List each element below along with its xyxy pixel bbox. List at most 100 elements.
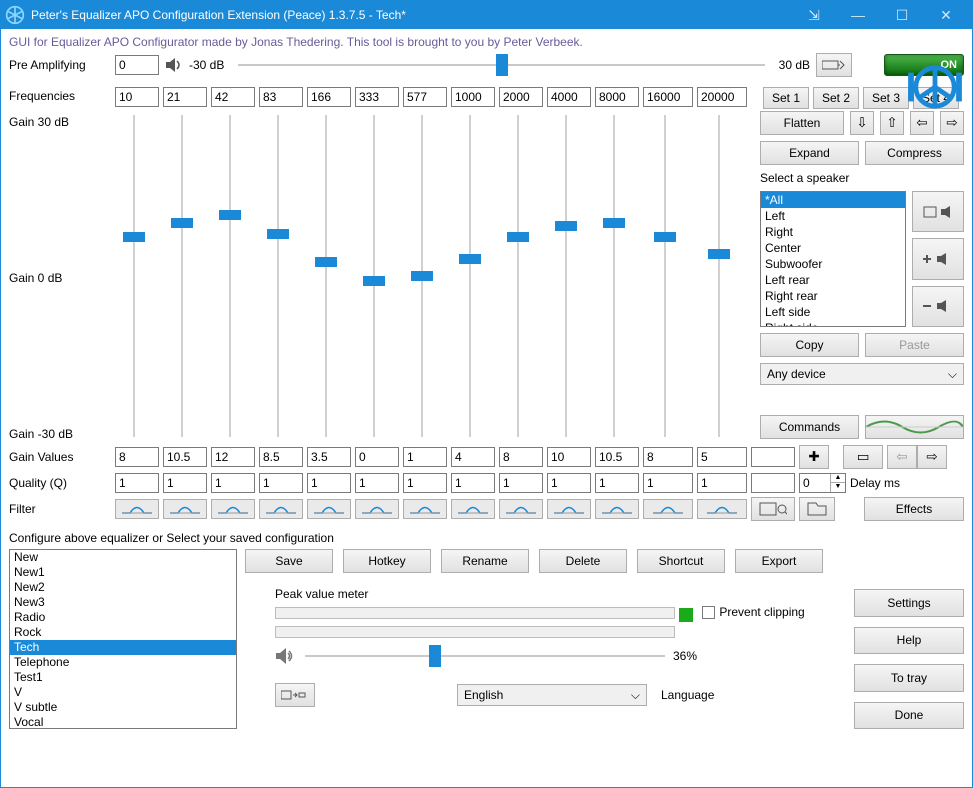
speaker-item-right[interactable]: Right [761, 224, 905, 240]
gain-left-button[interactable]: ⇦ [887, 445, 917, 469]
extra-q-input[interactable] [751, 473, 795, 493]
speaker-item-leftside[interactable]: Left side [761, 304, 905, 320]
config-item[interactable]: Rock [10, 625, 236, 640]
gain-right-button[interactable]: ⇨ [917, 445, 947, 469]
filter-cell-3[interactable] [259, 499, 303, 519]
eq-slider-5[interactable] [352, 111, 396, 441]
speaker-item-leftrear[interactable]: Left rear [761, 272, 905, 288]
freq-input-7[interactable] [451, 87, 495, 107]
filter-cell-2[interactable] [211, 499, 255, 519]
effects-button[interactable]: Effects [864, 497, 964, 521]
quality-input-0[interactable] [115, 473, 159, 493]
freq-input-9[interactable] [547, 87, 591, 107]
hotkey-button[interactable]: Hotkey [343, 549, 431, 573]
config-item[interactable]: New [10, 550, 236, 565]
filter-cell-9[interactable] [547, 499, 591, 519]
paste-button[interactable]: Paste [865, 333, 964, 357]
delay-up-button[interactable]: ▲ [831, 474, 845, 483]
speaker-item-all[interactable]: *All [761, 192, 905, 208]
speaker-add-button[interactable] [912, 238, 964, 279]
quality-input-11[interactable] [643, 473, 693, 493]
gain-input-3[interactable] [259, 447, 303, 467]
freq-input-3[interactable] [259, 87, 303, 107]
freq-input-2[interactable] [211, 87, 255, 107]
filter-cell-5[interactable] [355, 499, 399, 519]
gain-input-7[interactable] [451, 447, 495, 467]
eq-slider-2[interactable] [208, 111, 252, 441]
gain-input-9[interactable] [547, 447, 591, 467]
speaker-remove-button[interactable] [912, 286, 964, 327]
freq-input-1[interactable] [163, 87, 207, 107]
set3-button[interactable]: Set 3 [863, 87, 909, 109]
filter-cell-12[interactable] [697, 499, 747, 519]
quality-input-4[interactable] [307, 473, 351, 493]
copy-button[interactable]: Copy [760, 333, 859, 357]
done-button[interactable]: Done [854, 702, 964, 730]
config-item[interactable]: V subtle [10, 700, 236, 715]
arrow-down-button[interactable]: ⇩ [850, 111, 874, 135]
gain-input-6[interactable] [403, 447, 447, 467]
device-combo[interactable]: Any device⌵ [760, 363, 964, 385]
gain-input-10[interactable] [595, 447, 639, 467]
gain-add-button[interactable]: ✚ [799, 445, 829, 469]
filter-cell-1[interactable] [163, 499, 207, 519]
filter-cell-0[interactable] [115, 499, 159, 519]
freq-input-11[interactable] [643, 87, 693, 107]
eq-slider-12[interactable] [694, 111, 744, 441]
filter-cell-6[interactable] [403, 499, 447, 519]
maximize-button[interactable]: ☐ [880, 1, 924, 29]
preamp-input[interactable] [115, 55, 159, 75]
delay-input[interactable] [800, 476, 830, 490]
window-mode-button[interactable] [275, 683, 315, 707]
extra-gain-input[interactable] [751, 447, 795, 467]
config-item[interactable]: Telephone [10, 655, 236, 670]
eq-slider-6[interactable] [400, 111, 444, 441]
prevent-clipping-checkbox[interactable]: Prevent clipping [702, 605, 804, 619]
freq-input-5[interactable] [355, 87, 399, 107]
speaker-slot-button[interactable] [912, 191, 964, 232]
freq-input-6[interactable] [403, 87, 447, 107]
filter-cell-8[interactable] [499, 499, 543, 519]
eq-slider-0[interactable] [112, 111, 156, 441]
speaker-item-left[interactable]: Left [761, 208, 905, 224]
quality-input-5[interactable] [355, 473, 399, 493]
freq-input-8[interactable] [499, 87, 543, 107]
set1-button[interactable]: Set 1 [763, 87, 809, 109]
filter-cell-4[interactable] [307, 499, 351, 519]
save-button[interactable]: Save [245, 549, 333, 573]
speaker-item-center[interactable]: Center [761, 240, 905, 256]
preamp-slider[interactable] [238, 57, 764, 73]
delay-down-button[interactable]: ▼ [831, 483, 845, 492]
gain-input-2[interactable] [211, 447, 255, 467]
config-list[interactable]: New New1 New2 New3 Radio Rock Tech Telep… [9, 549, 237, 729]
quality-input-3[interactable] [259, 473, 303, 493]
quality-input-6[interactable] [403, 473, 447, 493]
gain-input-11[interactable] [643, 447, 693, 467]
rename-button[interactable]: Rename [441, 549, 529, 573]
filter-cell-10[interactable] [595, 499, 639, 519]
delete-button[interactable]: Delete [539, 549, 627, 573]
eq-slider-1[interactable] [160, 111, 204, 441]
expand-button[interactable]: Expand [760, 141, 859, 165]
config-item[interactable]: V [10, 685, 236, 700]
quality-input-2[interactable] [211, 473, 255, 493]
gain-input-8[interactable] [499, 447, 543, 467]
config-item-selected[interactable]: Tech [10, 640, 236, 655]
close-button[interactable]: ✕ [924, 1, 968, 29]
filter-cell-11[interactable] [643, 499, 693, 519]
speaker-list[interactable]: *All Left Right Center Subwoofer Left re… [760, 191, 906, 327]
filter-inspect-button[interactable] [751, 497, 795, 521]
quality-input-7[interactable] [451, 473, 495, 493]
filter-open-button[interactable] [799, 497, 835, 521]
preamp-speaker-icon[interactable] [165, 57, 183, 73]
freq-input-0[interactable] [115, 87, 159, 107]
speaker-item-rightrear[interactable]: Right rear [761, 288, 905, 304]
set2-button[interactable]: Set 2 [813, 87, 859, 109]
quality-input-10[interactable] [595, 473, 639, 493]
flatten-button[interactable]: Flatten [760, 111, 844, 135]
preamp-level-button[interactable] [816, 53, 852, 77]
config-item[interactable]: Vocal [10, 715, 236, 729]
config-item[interactable]: Radio [10, 610, 236, 625]
compress-button[interactable]: Compress [865, 141, 964, 165]
config-item[interactable]: New1 [10, 565, 236, 580]
